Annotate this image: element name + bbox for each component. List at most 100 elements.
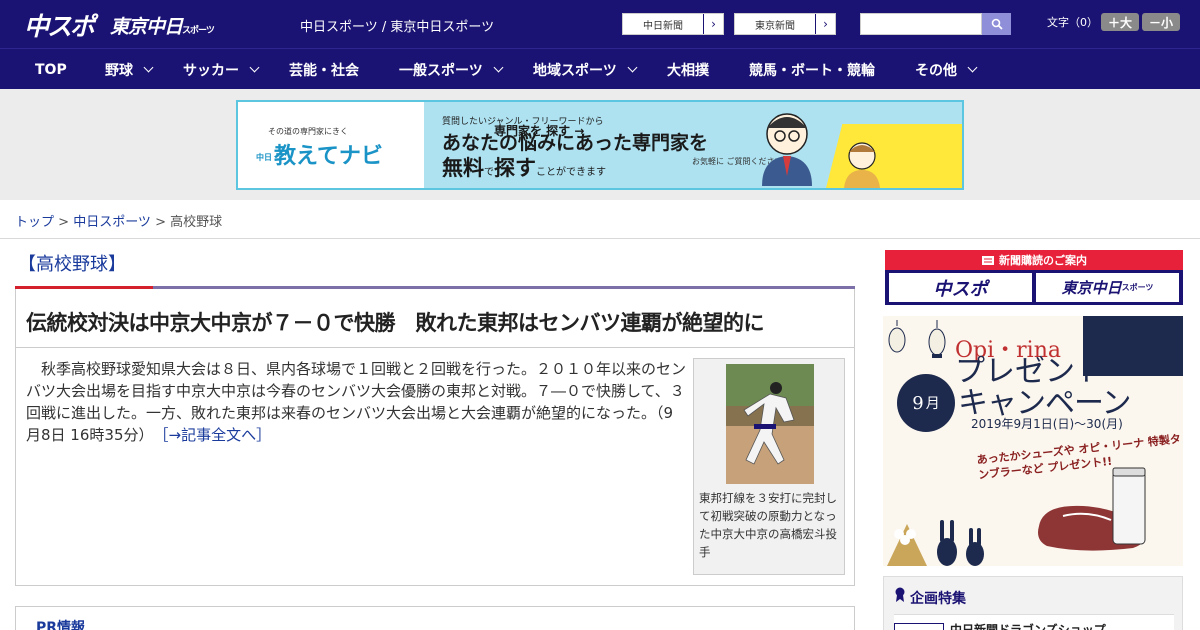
ad-subtitle: その道の専門家にきく	[268, 127, 348, 136]
chevron-down-icon	[627, 62, 638, 73]
oshiete-navi-banner[interactable]: その道の専門家にきく 中日教えてナビ 質問したいジャンル・フリーワードから あな…	[236, 100, 964, 190]
font-larger-button[interactable]: ＋大	[1101, 13, 1139, 31]
nav-label: 地域スポーツ	[533, 62, 617, 79]
nav-item-entertainment[interactable]: 芸能・社会	[289, 49, 359, 90]
subscription-banner-title[interactable]: 新聞購読のご案内	[885, 250, 1183, 270]
subscribe-tokyo-chunichi[interactable]: 東京中日 スポーツ	[1036, 273, 1179, 302]
promo-month-unit: 月	[925, 396, 940, 412]
photo-caption: 東邦打線を３安打に完封して初戦突破の原動力となった中京大中京の高橋宏斗投手	[699, 491, 837, 559]
font-size-label: 文字（0）	[1047, 16, 1098, 29]
search-form	[860, 13, 1011, 35]
nav-item-racing[interactable]: 競馬・ボート・競輪	[749, 49, 875, 90]
search-icon	[991, 18, 1003, 30]
moon-month-badge: 9月	[897, 374, 955, 432]
chevron-down-icon	[493, 62, 504, 73]
ad-cta-text[interactable]: 専門家を 探す →	[494, 122, 584, 140]
tokyo-shimbun-link[interactable]: 東京新聞 ›	[734, 13, 836, 35]
breadcrumb-section[interactable]: 中日スポーツ	[73, 215, 151, 230]
opirina-campaign-banner[interactable]: Opi・rina プレゼント キャンペーン 9月 2019年9月1日(日)〜30…	[883, 316, 1183, 566]
article-lead: 秋季高校野球愛知県大会は８日、県内各球場で１回戦と２回戦を行った。２０１０年以来…	[26, 358, 686, 446]
search-button[interactable]	[982, 13, 1011, 35]
breadcrumb-home[interactable]: トップ	[15, 215, 54, 230]
pr-section: PR情報	[15, 606, 855, 630]
nav-label: 一般スポーツ	[399, 62, 483, 79]
nav-item-baseball[interactable]: 野球	[105, 49, 154, 90]
award-ribbon-icon	[895, 587, 905, 602]
chuspo-logo[interactable]: 中スポ	[24, 7, 95, 43]
nav-label: サッカー	[183, 62, 239, 79]
chunichi-shimbun-label: 中日新聞	[643, 20, 683, 32]
nav-item-sumo[interactable]: 大相撲	[667, 49, 709, 90]
chevron-right-icon: ›	[815, 14, 835, 34]
section-title: 【高校野球】	[18, 254, 126, 275]
tokyo-logo-text: 東京中日	[110, 16, 183, 38]
headline-box: 伝統校対決は中京大中京が７－０で快勝 敗れた東邦はセンバツ連覇が絶望的に	[15, 289, 855, 348]
ad-line3: 無料で探すことができます	[442, 152, 606, 182]
tumbler-icon	[1112, 467, 1146, 545]
subscribe-tokyo-sub: スポーツ	[1121, 283, 1154, 292]
nav-item-top[interactable]: TOP	[35, 49, 67, 90]
nav-item-local-sports[interactable]: 地域スポーツ	[533, 49, 638, 90]
tokyo-chunichi-logo[interactable]: 東京中日スポーツ	[110, 12, 215, 39]
ad-free: 無料	[442, 156, 484, 180]
ad-brand-prefix: 中日	[256, 152, 272, 162]
photo-figure: 東邦打線を３安打に完封して初戦突破の原動力となった中京大中京の高橋宏斗投手	[693, 358, 845, 575]
ad-brand-panel: その道の専門家にきく 中日教えてナビ	[238, 102, 424, 188]
ad-de: で	[484, 167, 494, 178]
feature-title: 企画特集	[910, 591, 966, 607]
nav-label: 競馬・ボート・競輪	[749, 62, 875, 79]
search-input[interactable]	[860, 13, 982, 35]
ad-can: ことができます	[536, 167, 606, 178]
ad-search: 探す	[494, 156, 536, 180]
breadcrumb-sep: >	[54, 215, 74, 230]
ad-message-panel: 質問したいジャンル・フリーワードから あなたの悩みにあった専門家を 無料で探すこ…	[424, 102, 962, 188]
nav-label: 大相撲	[667, 62, 709, 79]
ad-brand-name: 教えてナビ	[274, 144, 383, 169]
breadcrumb: トップ > 中日スポーツ > 高校野球	[15, 211, 222, 230]
tokyo-shimbun-label: 東京新聞	[755, 20, 795, 32]
nav-item-general-sports[interactable]: 一般スポーツ	[399, 49, 504, 90]
pitcher-photo-icon	[726, 364, 814, 484]
subscription-title: 新聞購読のご案内	[999, 254, 1087, 267]
chevron-down-icon	[967, 62, 978, 73]
nav-label: その他	[915, 62, 957, 79]
read-more-link[interactable]: ［→記事全文へ］	[161, 426, 271, 444]
pr-label: PR情報	[36, 620, 86, 630]
article-lead-text: 秋季高校野球愛知県大会は８日、県内各球場で１回戦と２回戦を行った。２０１０年以来…	[26, 360, 687, 444]
site-title: 中日スポーツ / 東京中日スポーツ	[300, 20, 495, 35]
nav-item-soccer[interactable]: サッカー	[183, 49, 260, 90]
breadcrumb-sep: >	[150, 215, 171, 230]
rabbits-icon	[887, 520, 984, 566]
promo-month-num: 9	[912, 392, 924, 414]
nav-label: TOP	[35, 61, 67, 78]
ad-brand: 中日教えてナビ	[256, 138, 383, 170]
font-smaller-button[interactable]: －小	[1142, 13, 1180, 31]
main-nav: TOP 野球 サッカー 芸能・社会 一般スポーツ 地域スポーツ 大相撲 競馬・ボ…	[0, 48, 1200, 89]
promo-dates: 2019年9月1日(日)〜30(月)	[971, 417, 1123, 431]
lantern-icon	[888, 320, 906, 353]
divider	[0, 238, 1200, 239]
subscription-banner: 中スポ 東京中日 スポーツ	[885, 270, 1183, 305]
nav-label: 芸能・社会	[289, 62, 359, 79]
article-photo[interactable]	[726, 364, 814, 484]
promo-gift-text: あったかシューズや オピ・リーナ 特製タンブラーなど プレゼント!!	[976, 432, 1182, 482]
tokyo-logo-sub: スポーツ	[182, 26, 215, 36]
nav-item-other[interactable]: その他	[915, 49, 978, 90]
chevron-down-icon	[143, 62, 154, 73]
feature-item[interactable]: 中日新聞ドラゴンズショップ	[894, 614, 1174, 630]
article-headline: 伝統校対決は中京大中京が７－０で快勝 敗れた東邦はセンバツ連覇が絶望的に	[26, 311, 765, 335]
subscribe-chuspo[interactable]: 中スポ	[889, 273, 1032, 302]
newspaper-icon	[982, 255, 994, 265]
breadcrumb-current: 高校野球	[170, 215, 223, 230]
feature-thumbnail	[894, 623, 944, 630]
chunichi-shimbun-link[interactable]: 中日新聞 ›	[622, 13, 724, 35]
chevron-right-icon: ›	[703, 14, 723, 34]
subscribe-tokyo-text: 東京中日	[1061, 279, 1122, 297]
person-thinking-icon	[844, 142, 880, 188]
chevron-down-icon	[249, 62, 260, 73]
lantern-icon	[928, 320, 946, 358]
feature-section: 企画特集 中日新聞ドラゴンズショップ	[883, 576, 1183, 630]
expert-illustration-icon	[762, 113, 812, 186]
site-header: 中スポ 東京中日スポーツ 中日スポーツ / 東京中日スポーツ 中日新聞 › 東京…	[0, 0, 1200, 48]
feature-item-label: 中日新聞ドラゴンズショップ	[950, 623, 1106, 630]
